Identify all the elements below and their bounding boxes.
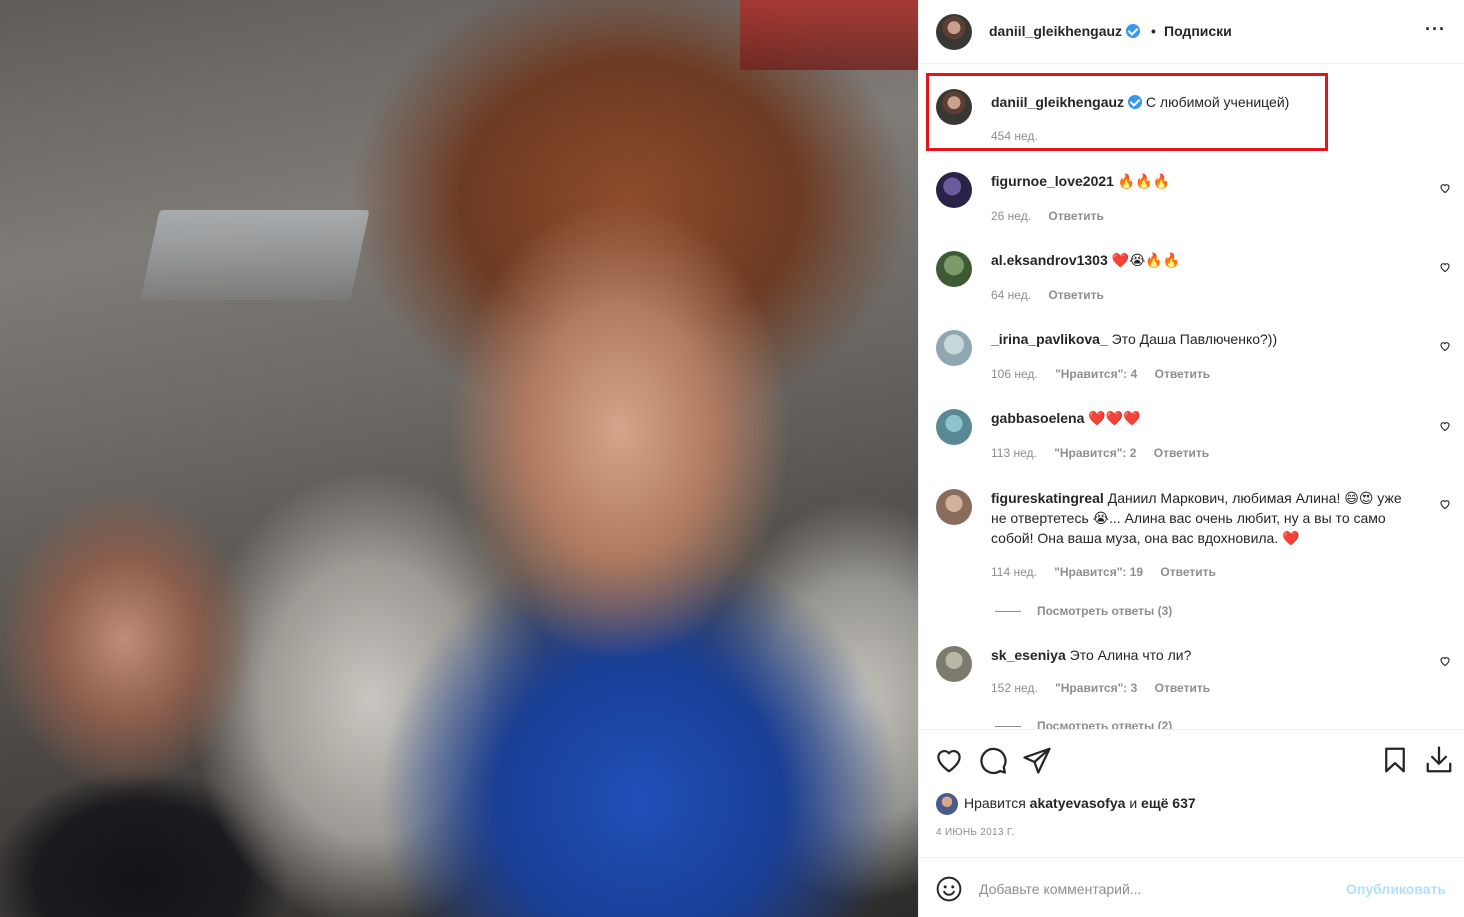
comment-likes-count[interactable]: "Нравится": 19 — [1054, 565, 1143, 579]
caption-time[interactable]: 454 нед. — [991, 129, 1038, 143]
comment-like-icon[interactable] — [1439, 261, 1451, 273]
comment-time[interactable]: 64 нед. — [991, 288, 1031, 302]
post-header: daniil_gleikhengauz • Подписки ··· — [919, 0, 1464, 64]
caption-meta: 454 нед. — [991, 129, 1052, 143]
reply-button[interactable]: Ответить — [1048, 209, 1103, 223]
comment-username[interactable]: gabbasoelena — [991, 410, 1084, 426]
verified-badge-icon — [1126, 24, 1141, 38]
comment-username[interactable]: figurnoe_love2021 — [991, 173, 1114, 189]
likes-conjunction: и — [1129, 795, 1138, 811]
comment-likes-count[interactable]: "Нравится": 4 — [1055, 367, 1137, 381]
photo-background-sign — [740, 0, 918, 70]
comment-meta: 152 нед. "Нравится": 3 Ответить — [991, 681, 1224, 695]
comment-username[interactable]: _irina_pavlikova_ — [991, 331, 1108, 347]
author-avatar[interactable] — [936, 14, 972, 50]
comment-body: Это Даша Павлюченко?)) — [1111, 331, 1278, 347]
comment-avatar[interactable] — [936, 172, 972, 208]
caption-avatar[interactable] — [936, 89, 972, 125]
comment-meta: 106 нед. "Нравится": 4 Ответить — [991, 367, 1224, 381]
comment-avatar[interactable] — [936, 330, 972, 366]
comments-list[interactable]: daniil_gleikhengauz С любимой ученицей) … — [919, 65, 1464, 729]
comment-icon[interactable] — [978, 745, 1008, 775]
comment-avatar[interactable] — [936, 251, 972, 287]
post-date[interactable]: 4 ИЮНЬ 2013 Г. — [936, 827, 1014, 838]
likes-summary[interactable]: Нравится akatyevasofya и ещё 637 — [936, 792, 1196, 816]
add-comment-bar: Опубликовать — [919, 857, 1464, 917]
caption-username[interactable]: daniil_gleikhengauz — [991, 94, 1124, 110]
caption-body: С любимой ученицей) — [1145, 94, 1290, 110]
verified-badge-icon — [1128, 95, 1143, 109]
liker-avatar[interactable] — [936, 793, 958, 816]
comment-like-icon[interactable] — [1439, 655, 1451, 667]
view-replies-button[interactable]: Посмотреть ответы (3) — [995, 604, 1172, 618]
comment-text: figurnoe_love2021 🔥🔥🔥 — [991, 171, 1421, 191]
comment-meta: 64 нед. Ответить — [991, 288, 1118, 302]
reply-button[interactable]: Ответить — [1154, 446, 1209, 460]
comment-meta: 113 нед. "Нравится": 2 Ответить — [991, 446, 1223, 460]
comment-avatar[interactable] — [936, 489, 972, 525]
reply-button[interactable]: Ответить — [1048, 288, 1103, 302]
comment-time[interactable]: 114 нед. — [991, 565, 1037, 579]
post-side-panel: daniil_gleikhengauz • Подписки ··· danii… — [918, 0, 1464, 917]
following-button[interactable]: Подписки — [1164, 23, 1232, 39]
publish-button[interactable]: Опубликовать — [1346, 881, 1446, 897]
comment-text: gabbasoelena ❤️❤️❤️ — [991, 408, 1421, 428]
reply-button[interactable]: Ответить — [1155, 367, 1210, 381]
comment-avatar[interactable] — [936, 409, 972, 445]
comment-body: 🔥🔥🔥 — [1117, 173, 1171, 189]
bookmark-icon[interactable] — [1380, 745, 1410, 775]
likes-prefix: Нравится — [964, 795, 1026, 811]
more-options-icon[interactable]: ··· — [1425, 20, 1446, 38]
comment-body: ❤️❤️❤️ — [1088, 410, 1141, 426]
separator-dot: • — [1151, 23, 1156, 39]
comment-meta: 114 нед. "Нравится": 19 Ответить — [991, 565, 1230, 579]
heart-icon[interactable] — [934, 745, 964, 775]
comment-avatar[interactable] — [936, 646, 972, 682]
comment-meta: 26 нед. Ответить — [991, 209, 1118, 223]
comment-time[interactable]: 113 нед. — [991, 446, 1037, 460]
highlight-box — [926, 73, 1328, 151]
comment-text: al.eksandrov1303 ❤️😭🔥🔥 — [991, 250, 1421, 270]
author-username[interactable]: daniil_gleikhengauz — [989, 23, 1141, 39]
comment-text: figureskatingreal Даниил Маркович, любим… — [991, 488, 1421, 548]
comment-username[interactable]: al.eksandrov1303 — [991, 252, 1108, 268]
comment-body: ❤️😭🔥🔥 — [1111, 252, 1181, 268]
likes-count[interactable]: ещё 637 — [1141, 795, 1196, 811]
post-photo[interactable] — [0, 0, 918, 917]
comment-text: _irina_pavlikova_ Это Даша Павлюченко?)) — [991, 329, 1421, 349]
post-actions: Нравится akatyevasofya и ещё 637 4 ИЮНЬ … — [919, 729, 1464, 857]
comment-like-icon[interactable] — [1439, 420, 1451, 432]
comment-like-icon[interactable] — [1439, 182, 1451, 194]
comment-text: sk_eseniya Это Алина что ли? — [991, 645, 1421, 665]
reply-button[interactable]: Ответить — [1155, 681, 1210, 695]
comment-input[interactable] — [979, 876, 1339, 902]
comment-likes-count[interactable]: "Нравится": 2 — [1054, 446, 1136, 460]
view-replies-button[interactable]: Посмотреть ответы (2) — [995, 719, 1172, 729]
comment-time[interactable]: 152 нед. — [991, 681, 1038, 695]
comment-username[interactable]: figureskatingreal — [991, 490, 1104, 506]
liker-username[interactable]: akatyevasofya — [1030, 795, 1126, 811]
comment-like-icon[interactable] — [1439, 498, 1451, 510]
emoji-icon[interactable] — [936, 876, 962, 902]
comment-likes-count[interactable]: "Нравится": 3 — [1055, 681, 1137, 695]
download-icon[interactable] — [1424, 745, 1454, 775]
comment-time[interactable]: 106 нед. — [991, 367, 1038, 381]
caption-text: daniil_gleikhengauz С любимой ученицей) — [991, 92, 1421, 112]
comment-like-icon[interactable] — [1439, 340, 1451, 352]
author-username-text[interactable]: daniil_gleikhengauz — [989, 23, 1122, 39]
comment-body: Это Алина что ли? — [1069, 647, 1192, 663]
share-icon[interactable] — [1022, 745, 1052, 775]
comment-username[interactable]: sk_eseniya — [991, 647, 1066, 663]
photo-background-light — [140, 210, 370, 300]
comment-time[interactable]: 26 нед. — [991, 209, 1031, 223]
reply-button[interactable]: Ответить — [1160, 565, 1215, 579]
